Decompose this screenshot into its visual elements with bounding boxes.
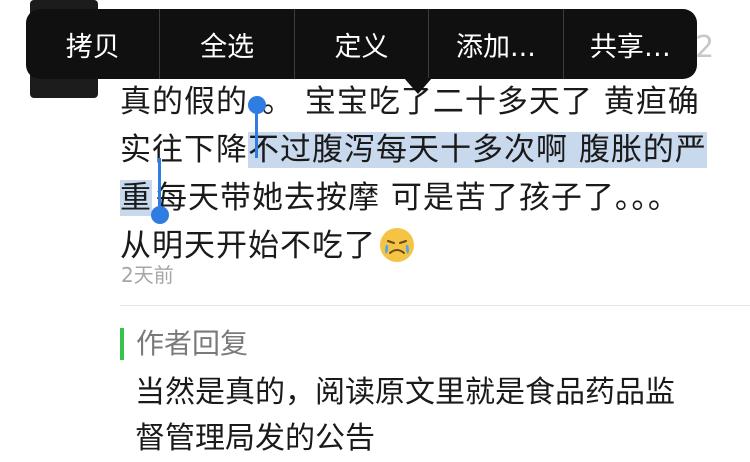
selection-end-bar bbox=[158, 158, 161, 210]
comment-timestamp: 2天前 bbox=[121, 263, 174, 287]
comment-body[interactable]: 真的假的。 宝宝吃了二十多天了 黄疸确 实往下降不过腹泻每天十多次啊 腹胀的严 … bbox=[120, 78, 732, 270]
selected-text[interactable]: 重 bbox=[120, 180, 152, 216]
comment-line-4: 从明天开始不吃了 bbox=[120, 222, 732, 270]
selected-text[interactable]: 不过腹泻每天十多次啊 腹胀的严 bbox=[248, 132, 707, 168]
menu-item-copy[interactable]: 拷贝 bbox=[26, 9, 161, 79]
reply-line: 督管理局发的公告 bbox=[135, 421, 375, 456]
menu-item-share[interactable]: 共享… bbox=[564, 9, 697, 79]
comment-text: 。 宝宝吃了二十多天了 黄疸确 bbox=[262, 84, 700, 120]
menu-item-add[interactable]: 添加... bbox=[429, 9, 564, 79]
menu-item-define[interactable]: 定义 bbox=[295, 9, 430, 79]
author-reply-text: 当然是真的，阅读原文里就是食品药品监 督管理局发的公告 bbox=[135, 370, 735, 462]
comment-line-3: 重每天带她去按摩 可是苦了孩子了。。。 bbox=[120, 174, 732, 222]
comment-line-2: 实往下降不过腹泻每天十多次啊 腹胀的严 bbox=[120, 126, 732, 174]
divider bbox=[120, 305, 750, 306]
selection-end-handle[interactable] bbox=[151, 206, 169, 224]
author-reply-label: 作者回复 bbox=[120, 328, 248, 360]
menu-item-select-all[interactable]: 全选 bbox=[160, 9, 295, 79]
selection-start-bar bbox=[255, 106, 258, 158]
menu-pointer bbox=[404, 78, 432, 94]
text-selection-menu: 拷贝 全选 定义 添加... 共享… bbox=[26, 9, 697, 79]
crying-face-emoji-icon bbox=[380, 228, 414, 262]
comment-text: 实往下降 bbox=[120, 132, 248, 168]
comment-text: 每天带她去按摩 可是苦了孩子了。。。 bbox=[156, 180, 680, 216]
reply-line: 当然是真的，阅读原文里就是食品药品监 bbox=[135, 375, 675, 410]
comment-text: 真的假的 bbox=[120, 84, 248, 120]
